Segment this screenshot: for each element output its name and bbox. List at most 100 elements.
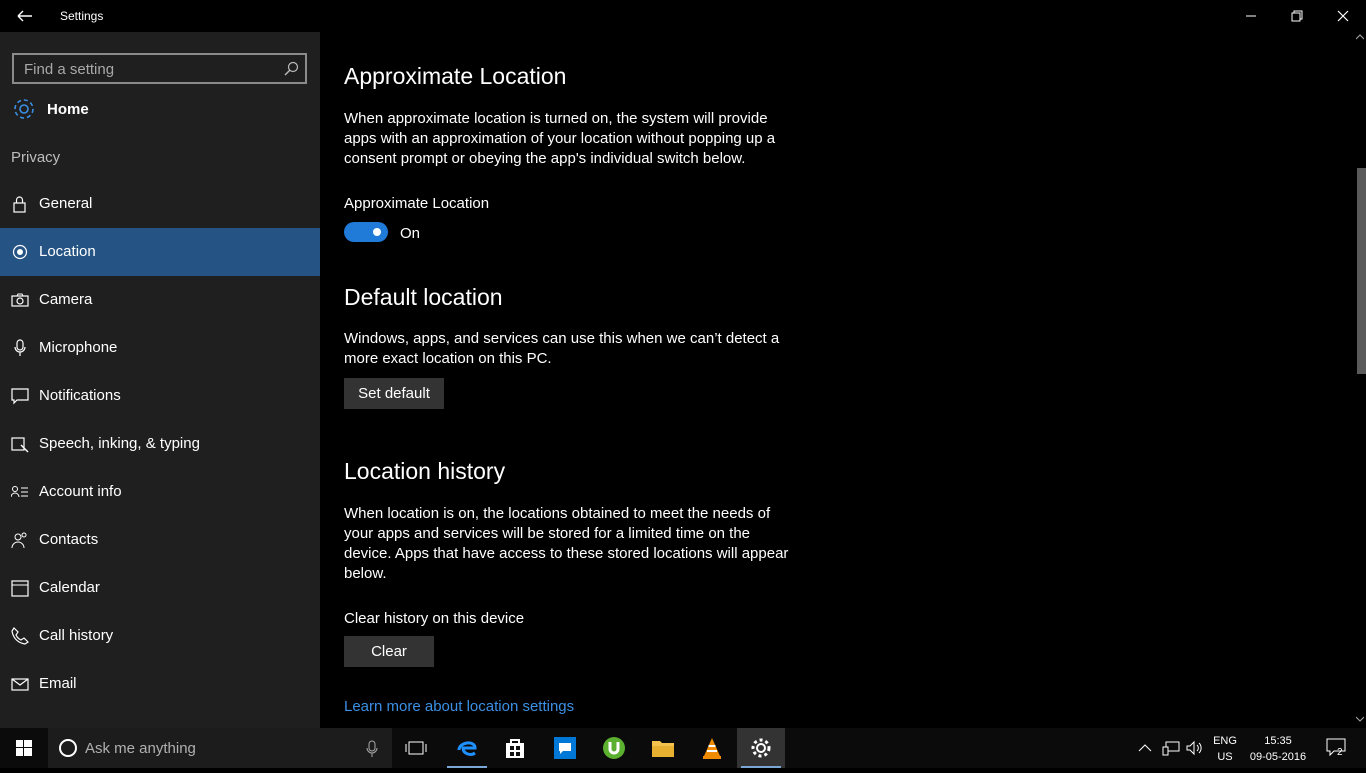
sidebar-item-speech[interactable]: Speech, inking, & typing (0, 420, 320, 468)
window-title: Settings (60, 9, 104, 23)
vlc-icon (703, 738, 721, 759)
show-hidden-icons-icon[interactable] (1138, 741, 1152, 755)
task-view-icon (405, 741, 427, 755)
sidebar: Home Privacy General Location Camera Mic… (0, 32, 320, 728)
back-arrow-icon (17, 10, 32, 22)
calendar-icon (11, 580, 29, 597)
microphone-icon[interactable] (366, 740, 378, 758)
minimize-icon (1246, 15, 1256, 17)
store-icon (506, 739, 524, 758)
search-icon[interactable] (283, 61, 299, 77)
sidebar-item-notifications[interactable]: Notifications (0, 372, 320, 420)
sidebar-item-call-history[interactable]: Call history (0, 612, 320, 660)
set-default-button[interactable]: Set default (344, 378, 444, 409)
contacts-icon (11, 532, 27, 549)
volume-icon[interactable] (1186, 740, 1204, 756)
windows-logo-icon (16, 740, 32, 756)
close-icon (1337, 10, 1349, 22)
messaging-app[interactable] (541, 728, 589, 768)
sidebar-item-label: Speech, inking, & typing (39, 435, 200, 452)
approx-location-toggle[interactable] (344, 222, 388, 242)
start-button[interactable] (0, 728, 48, 768)
default-location-heading: Default location (344, 284, 503, 310)
clear-history-label: Clear history on this device (344, 610, 525, 627)
sidebar-item-contacts[interactable]: Contacts (0, 516, 320, 564)
default-location-description: Windows, apps, and services can use this… (344, 330, 780, 367)
cortana-icon (59, 739, 77, 757)
minimize-button[interactable] (1228, 0, 1274, 32)
location-history-description: When location is on, the locations obtai… (344, 505, 789, 582)
settings-app[interactable] (737, 728, 785, 768)
input-language[interactable]: ENG US (1210, 733, 1240, 765)
approx-location-toggle-label: Approximate Location (344, 195, 490, 212)
home-label: Home (47, 101, 89, 118)
camera-icon (11, 293, 29, 307)
microphone-icon (14, 339, 26, 356)
sidebar-item-label: Email (39, 675, 77, 692)
clear-button[interactable]: Clear (344, 636, 434, 667)
sidebar-item-label: Camera (39, 291, 93, 308)
approx-location-heading: Approximate Location (344, 63, 567, 89)
utorrent-icon (603, 737, 625, 759)
gear-icon (751, 738, 771, 758)
file-explorer-app[interactable] (639, 728, 687, 768)
account-info-icon (11, 486, 28, 498)
restore-icon (1291, 10, 1303, 22)
action-center-icon[interactable] (1326, 737, 1346, 757)
sidebar-item-label: Calendar (39, 579, 100, 596)
section-heading: Privacy (11, 149, 61, 166)
folder-icon (652, 741, 674, 757)
clock-date: 09-05-2016 (1249, 751, 1307, 763)
speech-icon (11, 437, 29, 453)
scrollbar-thumb[interactable] (1357, 168, 1366, 374)
gear-icon (14, 99, 34, 119)
sidebar-item-email[interactable]: Email (0, 660, 320, 708)
edge-app[interactable] (443, 728, 491, 768)
toggle-knob (373, 228, 381, 236)
approx-location-description: When approximate location is turned on, … (344, 110, 776, 167)
edge-icon (457, 741, 477, 756)
sidebar-item-label: Contacts (39, 531, 99, 548)
learn-more-link[interactable]: Learn more about location settings (344, 698, 574, 715)
clock-time: 15:35 (1264, 735, 1292, 747)
vlc-app[interactable] (688, 728, 736, 768)
toggle-state-text: On (400, 225, 421, 242)
notifications-icon (11, 388, 29, 405)
notification-count: 2 (1337, 747, 1343, 758)
restore-button[interactable] (1274, 0, 1320, 32)
sidebar-item-calendar[interactable]: Calendar (0, 564, 320, 612)
sidebar-item-label: Location (39, 243, 96, 260)
scroll-down-icon[interactable] (1356, 716, 1364, 722)
scroll-up-icon[interactable] (1356, 34, 1364, 40)
sidebar-item-general[interactable]: General (0, 180, 320, 228)
task-view-button[interactable] (392, 728, 440, 768)
sidebar-item-label: Microphone (39, 339, 118, 356)
clock[interactable]: 15:35 09-05-2016 (1246, 733, 1310, 765)
email-icon (11, 678, 29, 691)
sidebar-item-label: Notifications (39, 387, 121, 404)
location-history-heading: Location history (344, 458, 506, 484)
sidebar-item-account-info[interactable]: Account info (0, 468, 320, 516)
taskbar: Ask me anything ENG US 15:35 09-05-2016 … (0, 728, 1366, 768)
network-icon[interactable] (1162, 740, 1180, 756)
utorrent-app[interactable] (590, 728, 638, 768)
main-content: Approximate Location When approximate lo… (320, 32, 1354, 728)
home-nav[interactable]: Home (0, 94, 320, 126)
sidebar-item-microphone[interactable]: Microphone (0, 324, 320, 372)
back-button[interactable] (10, 6, 38, 26)
messaging-icon (554, 737, 576, 759)
store-app[interactable] (491, 728, 539, 768)
sidebar-item-label: General (39, 195, 93, 212)
keyboard-layout: US (1217, 751, 1233, 763)
location-icon (12, 244, 28, 260)
cortana-search[interactable]: Ask me anything (48, 728, 392, 768)
sidebar-item-camera[interactable]: Camera (0, 276, 320, 324)
language-code: ENG (1213, 735, 1237, 747)
close-button[interactable] (1320, 0, 1366, 32)
lock-icon (13, 196, 26, 213)
sidebar-item-label: Account info (39, 483, 122, 500)
cortana-placeholder: Ask me anything (85, 740, 196, 757)
sidebar-item-location[interactable]: Location (0, 228, 320, 276)
search-input[interactable] (24, 59, 274, 79)
vertical-scrollbar[interactable] (1354, 32, 1366, 728)
